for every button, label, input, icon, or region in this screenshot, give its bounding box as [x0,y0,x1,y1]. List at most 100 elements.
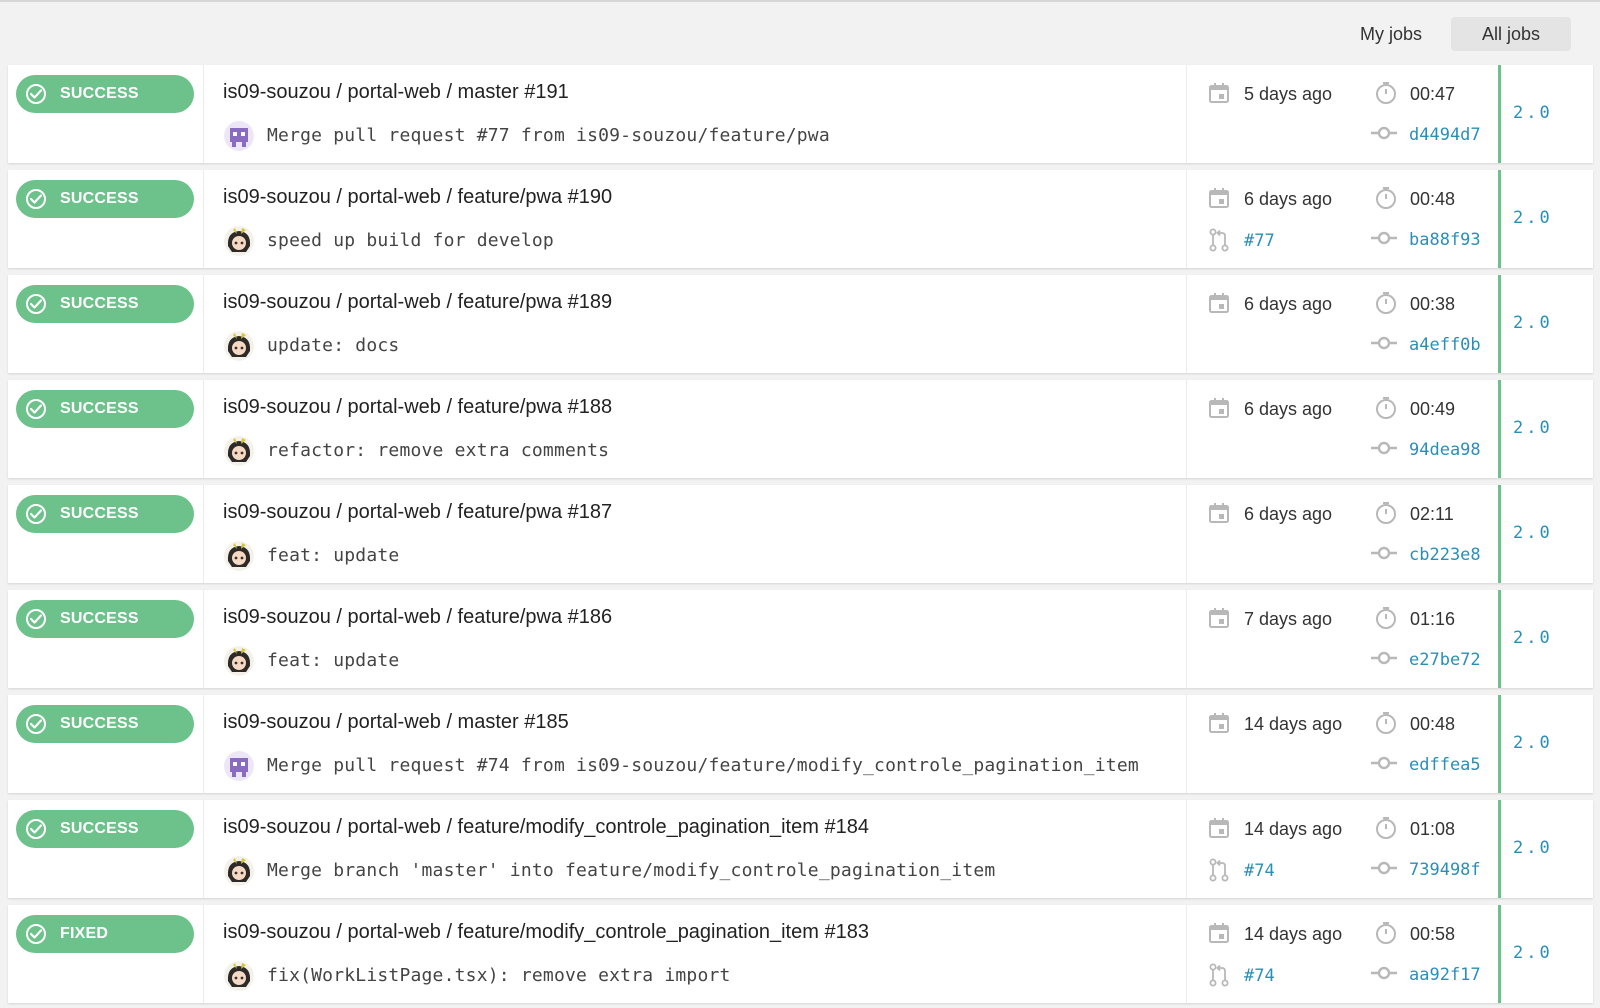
commit-icon [1371,440,1397,461]
stopwatch-icon [1374,186,1398,215]
commit-hash-link[interactable]: 94dea98 [1409,439,1481,461]
status-badge[interactable]: SUCCESS [16,495,194,533]
time-ago: 5 days ago [1244,84,1333,104]
status-cell: SUCCESS [8,485,204,583]
check-circle-icon [26,714,46,734]
job-title-link[interactable]: is09-souzou / portal-web / feature/modif… [223,815,869,839]
status-badge[interactable]: SUCCESS [16,810,194,848]
job-row[interactable]: SUCCESS is09-souzou / portal-web / featu… [8,275,1593,373]
job-meta: 14 days ago 01:08 #74 739498f [1188,800,1501,898]
job-row[interactable]: SUCCESS is09-souzou / portal-web / featu… [8,485,1593,583]
commit-hash-link[interactable]: aa92f17 [1409,964,1481,986]
job-title-link[interactable]: is09-souzou / portal-web / feature/pwa #… [223,185,612,209]
commit-icon [1371,755,1397,776]
status-cell: SUCCESS [8,800,204,898]
version-label: 2.0 [1513,208,1553,228]
commit-icon [1371,545,1397,566]
check-circle-icon [26,294,46,314]
job-title-link[interactable]: is09-souzou / portal-web / feature/pwa #… [223,395,612,419]
duration: 00:48 [1410,189,1456,209]
time-ago: 6 days ago [1244,294,1333,314]
status-badge[interactable]: FIXED [16,915,194,953]
check-circle-icon [26,609,46,629]
pull-request-icon [1208,858,1230,887]
version-label: 2.0 [1513,838,1553,858]
pull-request-link[interactable]: #77 [1244,230,1275,252]
duration: 02:11 [1410,504,1454,524]
all-jobs-button[interactable]: All jobs [1451,17,1571,51]
status-cell: FIXED [8,905,204,1003]
commit-hash-link[interactable]: edffea5 [1409,754,1481,776]
status-badge[interactable]: SUCCESS [16,75,194,113]
time-ago: 6 days ago [1244,399,1333,419]
commit-message: speed up build for develop [267,230,554,251]
status-badge[interactable]: SUCCESS [16,390,194,428]
job-title-link[interactable]: is09-souzou / portal-web / feature/modif… [223,920,869,944]
calendar-icon [1208,187,1230,214]
job-row[interactable]: SUCCESS is09-souzou / portal-web / featu… [8,170,1593,268]
commit-message: fix(WorkListPage.tsx): remove extra impo… [267,965,731,986]
job-title-link[interactable]: is09-souzou / portal-web / feature/pwa #… [223,500,612,524]
status-cell: SUCCESS [8,65,204,163]
commit-hash-link[interactable]: cb223e8 [1409,544,1481,566]
version-label: 2.0 [1513,733,1553,753]
status-badge[interactable]: SUCCESS [16,180,194,218]
stopwatch-icon [1374,816,1398,845]
commit-hash-link[interactable]: ba88f93 [1409,229,1481,251]
job-row[interactable]: FIXED is09-souzou / portal-web / feature… [8,905,1593,1003]
commit-message: refactor: remove extra comments [267,440,610,461]
calendar-icon [1208,82,1230,109]
job-title-link[interactable]: is09-souzou / portal-web / master #191 [223,80,569,104]
job-row[interactable]: SUCCESS is09-souzou / portal-web / maste… [8,65,1593,163]
job-info: is09-souzou / portal-web / feature/modif… [205,800,1187,898]
job-meta: 6 days ago 00:38 a4eff0b [1188,275,1501,373]
commit-hash-link[interactable]: d4494d7 [1409,124,1481,146]
calendar-icon [1208,607,1230,634]
status-badge[interactable]: SUCCESS [16,285,194,323]
duration: 00:47 [1410,84,1456,104]
job-title-link[interactable]: is09-souzou / portal-web / feature/pwa #… [223,290,612,314]
job-info: is09-souzou / portal-web / feature/pwa #… [205,275,1187,373]
job-meta: 14 days ago 00:58 #74 aa92f17 [1188,905,1501,1003]
job-meta: 6 days ago 02:11 cb223e8 [1188,485,1501,583]
time-ago: 14 days ago [1244,714,1343,734]
anime-avatar [224,436,254,466]
job-row[interactable]: SUCCESS is09-souzou / portal-web / featu… [8,800,1593,898]
job-row[interactable]: SUCCESS is09-souzou / portal-web / maste… [8,695,1593,793]
filter-bar: My jobs All jobs [0,2,1600,64]
commit-hash-link[interactable]: e27be72 [1409,649,1481,671]
stopwatch-icon [1374,501,1398,530]
stopwatch-icon [1374,606,1398,635]
calendar-icon [1208,292,1230,319]
job-row[interactable]: SUCCESS is09-souzou / portal-web / featu… [8,590,1593,688]
duration: 00:38 [1410,294,1456,314]
pull-request-link[interactable]: #74 [1244,965,1275,987]
pull-request-icon [1208,228,1230,257]
job-title-link[interactable]: is09-souzou / portal-web / feature/pwa #… [223,605,612,629]
calendar-icon [1208,397,1230,424]
job-row[interactable]: SUCCESS is09-souzou / portal-web / featu… [8,380,1593,478]
commit-hash-link[interactable]: 739498f [1409,859,1481,881]
status-cell: SUCCESS [8,275,204,373]
status-label: SUCCESS [60,295,139,312]
status-label: SUCCESS [60,715,139,732]
status-cell: SUCCESS [8,170,204,268]
commit-hash-link[interactable]: a4eff0b [1409,334,1481,356]
commit-icon [1371,335,1397,356]
job-title-link[interactable]: is09-souzou / portal-web / master #185 [223,710,569,734]
job-meta: 6 days ago 00:48 #77 ba88f93 [1188,170,1501,268]
time-ago: 7 days ago [1244,609,1333,629]
status-badge[interactable]: SUCCESS [16,600,194,638]
status-badge[interactable]: SUCCESS [16,705,194,743]
commit-message: Merge branch 'master' into feature/modif… [267,860,996,881]
status-label: SUCCESS [60,190,139,207]
pull-request-icon [1208,963,1230,992]
job-meta: 5 days ago 00:47 d4494d7 [1188,65,1501,163]
check-circle-icon [26,819,46,839]
pull-request-link[interactable]: #74 [1244,860,1275,882]
anime-avatar [224,226,254,256]
my-jobs-button[interactable]: My jobs [1341,17,1441,51]
commit-icon [1371,230,1397,251]
anime-avatar [224,331,254,361]
status-label: SUCCESS [60,820,139,837]
